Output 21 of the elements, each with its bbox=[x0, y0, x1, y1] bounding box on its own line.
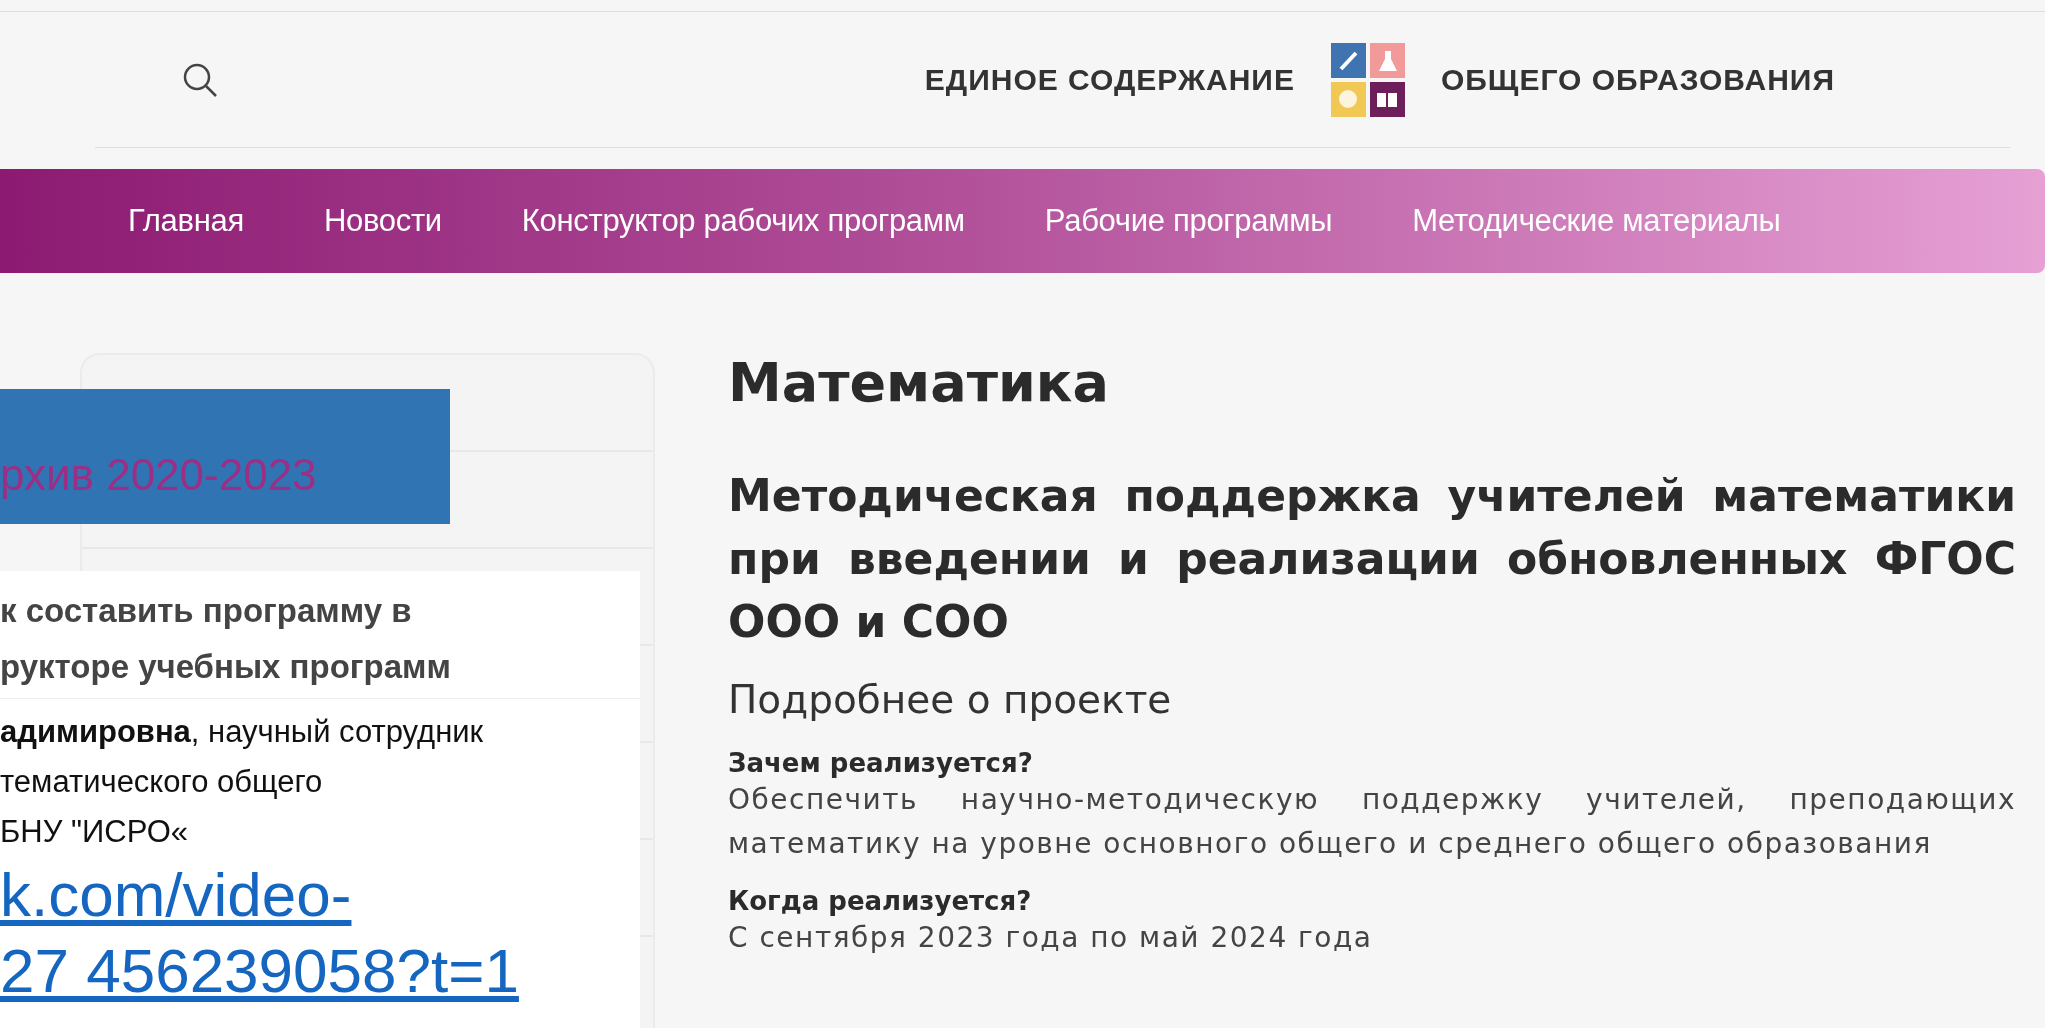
nav-link[interactable]: Конструктор рабочих программ bbox=[521, 203, 965, 239]
subheading: Подробнее о проекте bbox=[728, 677, 1173, 722]
nav-link[interactable]: Новости bbox=[323, 203, 442, 239]
slide-title: к составить программу в рукторе учебных программ bbox=[0, 571, 640, 699]
logo-icon[interactable] bbox=[1330, 42, 1405, 117]
nav-link[interactable]: Рабочие программы bbox=[1044, 203, 1333, 239]
page-title: Математика bbox=[728, 351, 1110, 414]
archive-label: рхив 2020-2023 bbox=[0, 450, 317, 500]
video-link[interactable]: k.com/video- 27 456239058?t=1 bbox=[0, 857, 640, 1009]
author-text: БНУ "ИСРО« bbox=[0, 813, 190, 851]
section-heading: Методическая поддержка учителей математики при введении и реализации обновленных ФГОС ООО и СОО bbox=[728, 469, 2016, 649]
nav-link[interactable]: Методические материалы bbox=[1412, 203, 1781, 239]
question-heading: Зачем реализуется? bbox=[728, 748, 1034, 778]
answer-text: Обеспечить научно-методическую поддержку учителей, преподающих математику на уровне основного общего и среднего общего образования bbox=[728, 782, 2016, 862]
site-title: ЕДИНОЕ СОДЕРЖАНИЕ bbox=[924, 62, 1295, 97]
nav-link[interactable]: Главная bbox=[128, 203, 244, 239]
author-text: адимировна, научный сотрудник bbox=[0, 713, 485, 751]
site-title: ОБЩЕГО ОБРАЗОВАНИЯ bbox=[1440, 62, 1835, 97]
answer-text: С сентября 2023 года по май 2024 года bbox=[728, 920, 1374, 956]
question-heading: Когда реализуется? bbox=[728, 886, 1033, 916]
author-text: тематического общего bbox=[0, 763, 324, 801]
